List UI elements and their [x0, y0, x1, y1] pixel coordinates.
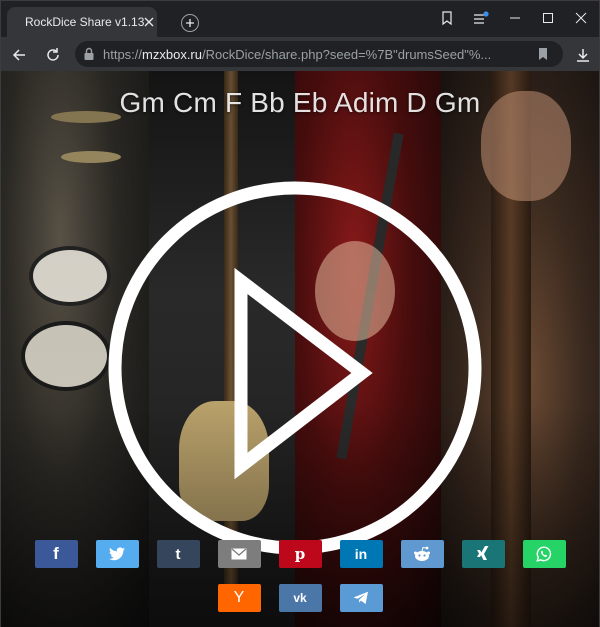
reddit-icon [414, 546, 430, 561]
share-row-2: Y vk [1, 584, 599, 612]
close-tab-icon[interactable] [144, 14, 154, 30]
maximize-icon[interactable] [538, 9, 558, 27]
linkedin-share-button[interactable]: in [339, 540, 383, 568]
whatsapp-share-button[interactable] [522, 540, 566, 568]
new-tab-button[interactable] [181, 14, 199, 32]
page-content: Gm Cm F Bb Eb Adim D Gm f t p in Y vk [1, 71, 599, 627]
whatsapp-icon [536, 546, 552, 562]
url-path: /RockDice/share.php?seed=%7B"drumsSeed"%… [202, 46, 492, 62]
url-domain: mzxbox.ru [142, 46, 202, 62]
twitter-icon [109, 547, 125, 561]
lock-icon [84, 47, 94, 60]
xing-share-button[interactable] [461, 540, 505, 568]
tumblr-icon: t [175, 545, 181, 563]
chord-progression: Gm Cm F Bb Eb Adim D Gm [119, 87, 481, 118]
yandex-icon: Y [233, 589, 245, 606]
linkedin-icon: in [354, 546, 368, 562]
download-icon[interactable] [573, 45, 593, 65]
reading-list-icon[interactable] [471, 9, 491, 27]
tumblr-share-button[interactable]: t [156, 540, 200, 568]
url-text: https://mzxbox.ru/RockDice/share.php?see… [103, 47, 523, 62]
reload-icon[interactable] [43, 45, 63, 65]
share-row-1: f t p in [1, 540, 599, 568]
pinterest-share-button[interactable]: p [278, 540, 322, 568]
tab-bar: RockDice Share v1.13 [1, 1, 599, 37]
address-bar[interactable]: https://mzxbox.ru/RockDice/share.php?see… [75, 41, 563, 67]
facebook-share-button[interactable]: f [34, 540, 78, 568]
bookmark-icon[interactable] [537, 47, 549, 61]
tab-title: RockDice Share v1.13 [25, 15, 145, 29]
facebook-icon: f [53, 544, 59, 563]
collections-icon[interactable] [437, 9, 457, 27]
mail-icon [231, 548, 247, 560]
yandex-share-button[interactable]: Y [217, 584, 261, 612]
email-share-button[interactable] [217, 540, 261, 568]
close-window-icon[interactable] [571, 9, 591, 27]
pinterest-icon: p [294, 545, 306, 563]
vk-icon: vk [293, 591, 307, 605]
browser-toolbar: https://mzxbox.ru/RockDice/share.php?see… [1, 37, 599, 71]
browser-window: RockDice Share v1.13 https://mzxbox.ru/R… [0, 0, 600, 627]
xing-icon [477, 546, 489, 560]
back-arrow-icon[interactable] [9, 45, 29, 65]
url-scheme: https:// [103, 46, 143, 62]
play-icon[interactable] [108, 181, 482, 555]
twitter-share-button[interactable] [95, 540, 139, 568]
telegram-share-button[interactable] [339, 584, 383, 612]
telegram-icon [353, 591, 368, 604]
reddit-share-button[interactable] [400, 540, 444, 568]
browser-tab[interactable]: RockDice Share v1.13 [7, 7, 157, 37]
vk-share-button[interactable]: vk [278, 584, 322, 612]
minimize-icon[interactable] [505, 9, 525, 27]
